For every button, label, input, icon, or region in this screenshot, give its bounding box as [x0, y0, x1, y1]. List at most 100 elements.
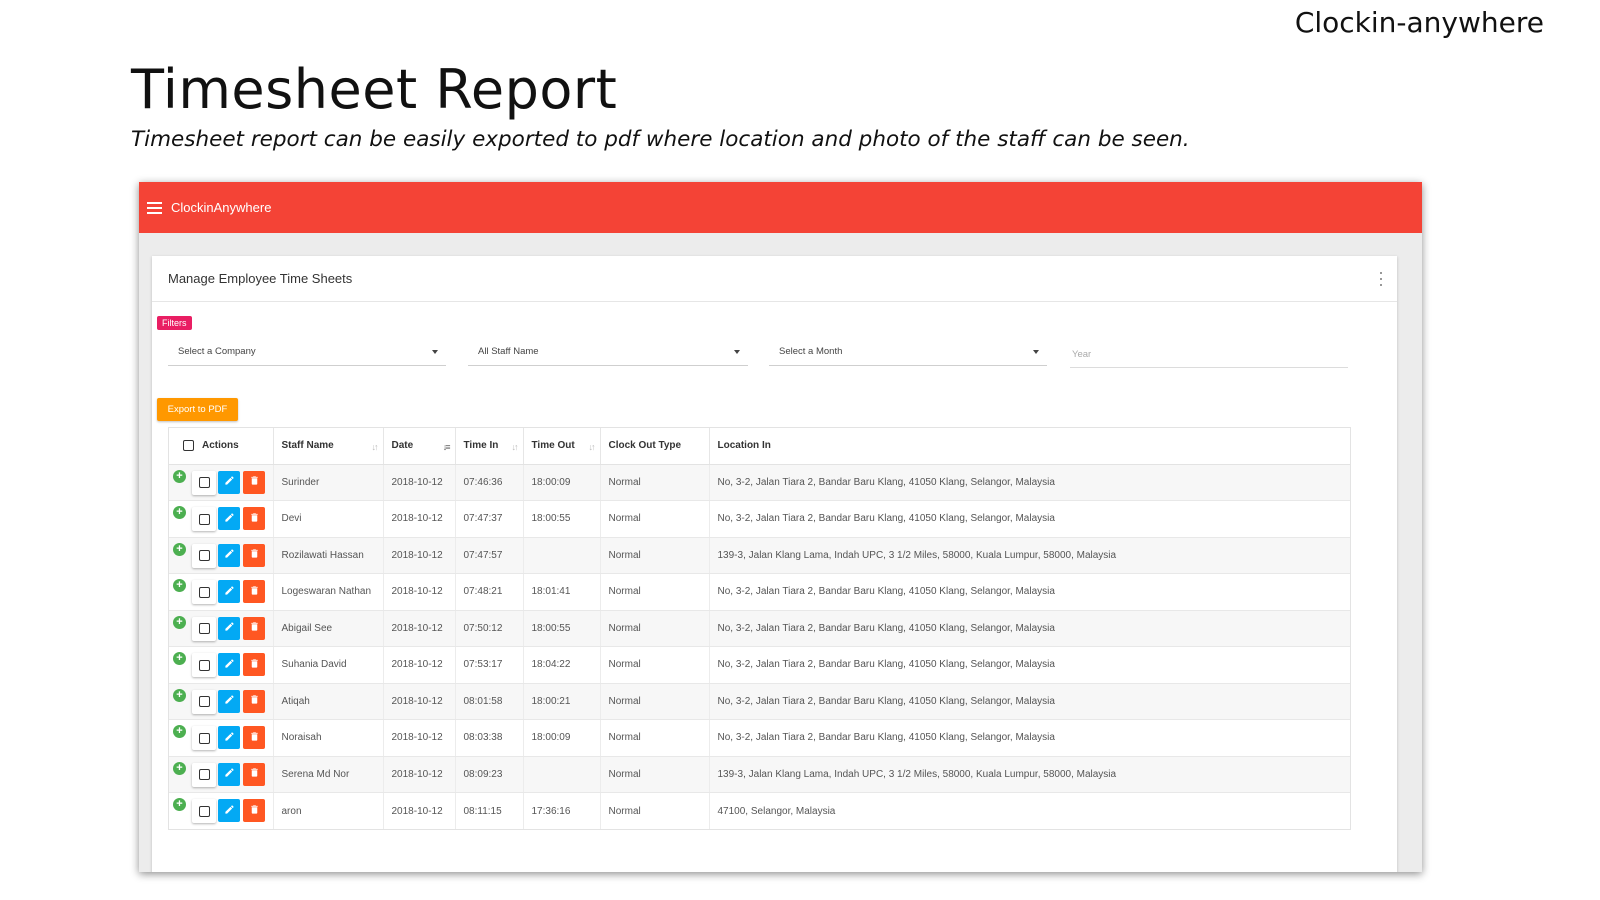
col-staff-name[interactable]: Staff Name ↓↑	[273, 428, 384, 465]
table-header-row: Actions Staff Name ↓↑ Date ↓≡ Time In ↓↑ Ti…	[169, 428, 1350, 465]
col-clock-out-type-label: Clock Out Type	[608, 440, 682, 452]
cell-time-out: 18:00:55	[523, 610, 601, 647]
col-time-out[interactable]: Time Out ↓↑	[523, 428, 601, 465]
row-select-checkbox[interactable]	[192, 507, 216, 531]
timesheet-card: Manage Employee Time Sheets Filters Sele…	[152, 256, 1397, 872]
edit-button[interactable]	[218, 507, 240, 530]
table-row: + Noraisah 2018-10-12 08:03:38 18:00:09 Norma…	[169, 719, 1350, 757]
delete-button[interactable]	[243, 799, 265, 822]
cell-date: 2018-10-12	[383, 792, 456, 829]
col-actions-label: Actions	[202, 440, 239, 452]
cell-time-out	[523, 756, 601, 793]
cell-clock-out-type: Normal	[600, 573, 710, 611]
row-actions: +	[169, 610, 274, 647]
export-pdf-button[interactable]: Export to PDF	[157, 398, 238, 421]
cell-time-in: 08:03:38	[455, 719, 524, 757]
expand-row-icon[interactable]: +	[173, 615, 186, 629]
delete-button[interactable]	[243, 689, 265, 713]
cell-staff-name: Devi	[273, 500, 384, 538]
cell-staff-name: Suhania David	[273, 646, 384, 684]
row-actions: +	[169, 683, 274, 720]
expand-row-icon[interactable]: +	[173, 506, 186, 519]
cell-staff-name: Logeswaran Nathan	[273, 573, 384, 611]
sort-icon: ↓↑	[371, 442, 379, 452]
staff-select[interactable]: All Staff Name	[468, 338, 748, 366]
cell-time-in: 07:47:57	[455, 537, 524, 574]
cell-staff-name: Noraisah	[273, 719, 384, 757]
company-select[interactable]: Select a Company	[168, 338, 446, 366]
edit-button[interactable]	[218, 726, 240, 749]
col-staff-name-label: Staff Name	[281, 440, 334, 452]
trash-icon	[249, 585, 260, 599]
expand-row-icon[interactable]: +	[173, 761, 186, 775]
edit-button[interactable]	[218, 689, 240, 713]
edit-button[interactable]	[218, 762, 240, 786]
row-select-checkbox[interactable]	[192, 799, 216, 823]
row-select-checkbox[interactable]	[192, 543, 216, 568]
month-select[interactable]: Select a Month	[769, 338, 1047, 366]
expand-row-icon[interactable]: +	[173, 725, 186, 738]
expand-row-icon[interactable]: +	[173, 798, 186, 811]
table-row: + Serena Md Nor 2018-10-12 08:09:23 Normal 13…	[169, 756, 1350, 793]
filters-badge: Filters	[157, 316, 192, 330]
year-input[interactable]	[1070, 342, 1348, 368]
row-select-checkbox[interactable]	[192, 689, 216, 714]
cell-clock-out-type: Normal	[600, 646, 710, 684]
edit-button[interactable]	[218, 543, 240, 567]
col-date[interactable]: Date ↓≡	[383, 428, 456, 465]
col-location-in-label: Location In	[717, 440, 771, 452]
row-actions: +	[169, 500, 274, 538]
slide-title: Timesheet Report	[131, 58, 618, 121]
edit-button[interactable]	[218, 580, 240, 603]
row-select-checkbox[interactable]	[192, 726, 216, 750]
slide-subtitle: Timesheet report can be easily exported …	[131, 127, 1190, 152]
edit-button[interactable]	[218, 653, 240, 676]
col-time-in-label: Time In	[463, 440, 499, 452]
delete-button[interactable]	[243, 653, 265, 676]
trash-icon	[249, 767, 260, 781]
trash-icon	[249, 731, 260, 745]
menu-icon[interactable]	[147, 201, 162, 214]
row-select-checkbox[interactable]	[192, 470, 216, 495]
card-header: Manage Employee Time Sheets	[152, 256, 1397, 302]
table-body: + Surinder 2018-10-12 07:46:36 18:00:09 Norma…	[169, 464, 1350, 829]
edit-button[interactable]	[218, 616, 240, 640]
expand-row-icon[interactable]: +	[173, 579, 186, 592]
cell-location-in: No, 3-2, Jalan Tiara 2, Bandar Baru Klan…	[709, 646, 1350, 684]
timesheet-table: Actions Staff Name ↓↑ Date ↓≡ Time In ↓↑ Ti…	[168, 427, 1351, 830]
delete-button[interactable]	[243, 470, 265, 494]
expand-row-icon[interactable]: +	[173, 469, 186, 483]
delete-button[interactable]	[243, 543, 265, 567]
app-name: ClockinAnywhere	[171, 200, 272, 215]
row-select-checkbox[interactable]	[192, 580, 216, 604]
more-options-icon[interactable]	[1379, 272, 1383, 286]
delete-button[interactable]	[243, 507, 265, 530]
delete-button[interactable]	[243, 726, 265, 749]
row-actions: +	[169, 719, 274, 757]
edit-button[interactable]	[218, 470, 240, 494]
cell-time-in: 07:48:21	[455, 573, 524, 611]
col-time-in[interactable]: Time In ↓↑	[455, 428, 524, 465]
select-all-checkbox[interactable]	[183, 440, 194, 452]
company-select-value: Select a Company	[178, 346, 256, 357]
cell-clock-out-type: Normal	[600, 464, 710, 501]
expand-row-icon[interactable]: +	[173, 688, 186, 702]
row-actions: +	[169, 464, 274, 501]
row-actions: +	[169, 537, 274, 574]
row-actions: +	[169, 756, 274, 793]
edit-button[interactable]	[218, 799, 240, 822]
cell-time-in: 08:11:15	[455, 792, 524, 829]
expand-row-icon[interactable]: +	[173, 652, 186, 665]
delete-button[interactable]	[243, 580, 265, 603]
row-select-checkbox[interactable]	[192, 653, 216, 677]
trash-icon	[249, 621, 260, 635]
delete-button[interactable]	[243, 616, 265, 640]
cell-date: 2018-10-12	[383, 464, 456, 501]
row-select-checkbox[interactable]	[192, 762, 216, 787]
row-select-checkbox[interactable]	[192, 616, 216, 641]
cell-time-in: 08:01:58	[455, 683, 524, 720]
expand-row-icon[interactable]: +	[173, 542, 186, 556]
pencil-icon	[224, 585, 235, 599]
cell-location-in: 139-3, Jalan Klang Lama, Indah UPC, 3 1/…	[709, 537, 1350, 574]
delete-button[interactable]	[243, 762, 265, 786]
